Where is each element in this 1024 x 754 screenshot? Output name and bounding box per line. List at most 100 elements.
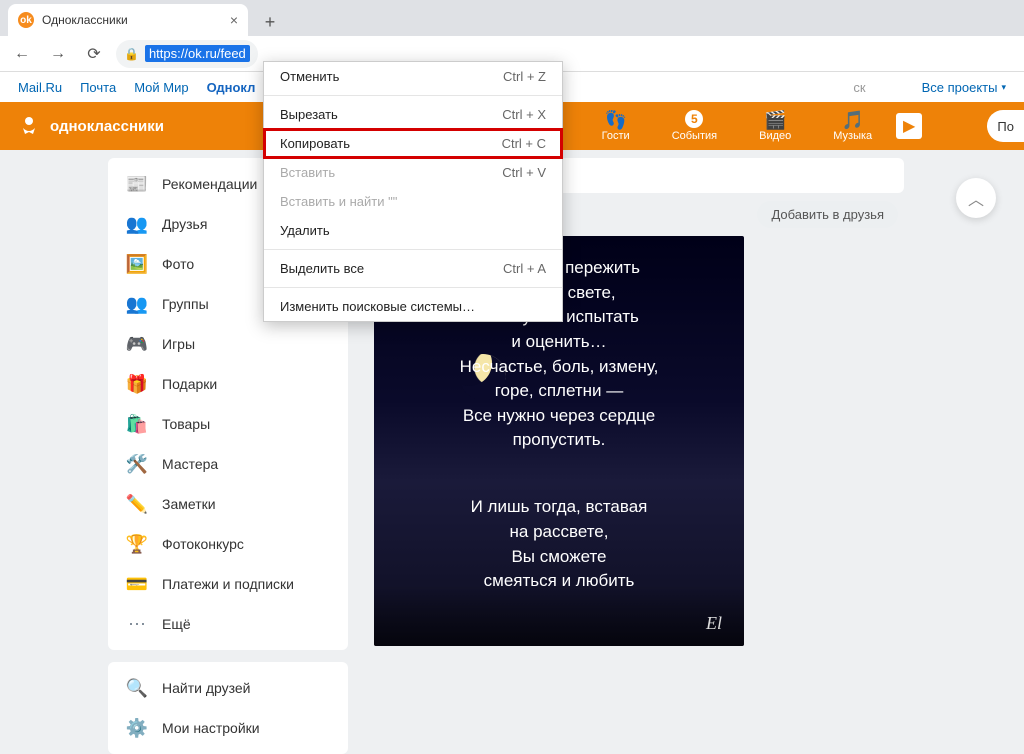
context-menu-item[interactable]: Выделить все Ctrl + A	[264, 254, 562, 283]
sidebar-icon: 🏆	[126, 533, 148, 555]
sidebar-item-мастера[interactable]: 🛠️ Мастера	[108, 444, 348, 484]
toplink-moimir[interactable]: Мой Мир	[134, 80, 188, 95]
sidebar-icon: 👥	[126, 293, 148, 315]
nav-label: Видео	[759, 130, 791, 142]
sidebar-item-товары[interactable]: 🛍️ Товары	[108, 404, 348, 444]
context-menu-shortcut: Ctrl + A	[503, 261, 546, 276]
context-menu-label: Выделить все	[280, 261, 364, 276]
header-right-button[interactable]: По	[987, 110, 1024, 142]
context-menu-label: Вставить и найти ""	[280, 194, 397, 209]
sidebar-item-label: Товары	[162, 416, 210, 432]
toplink-pochta[interactable]: Почта	[80, 80, 116, 95]
sidebar-item-label: Мастера	[162, 456, 218, 472]
ok-nav: 👥Друзья👣Гости5События🎬Видео🎵Музыка	[524, 110, 872, 142]
sidebar-icon: 🛍️	[126, 413, 148, 435]
context-menu: ОтменитьCtrl + ZВырезатьCtrl + XКопирова…	[263, 61, 563, 322]
lock-icon: 🔒	[124, 47, 139, 61]
sidebar-item-label: Фотоконкурс	[162, 536, 244, 552]
back-button[interactable]: ←	[8, 40, 36, 68]
context-menu-shortcut: Ctrl + V	[502, 165, 546, 180]
toplink-search-placeholder[interactable]: ск	[853, 80, 865, 95]
ok-brand-text: одноклассники	[50, 118, 164, 135]
context-menu-label: Удалить	[280, 223, 330, 238]
scroll-to-top-button[interactable]: ︿	[956, 178, 996, 218]
sidebar-icon: ⋯	[126, 613, 148, 635]
close-icon[interactable]: ×	[230, 12, 238, 28]
tab-title: Одноклассники	[42, 13, 128, 27]
sidebar-item-найти-друзей[interactable]: 🔍 Найти друзей	[108, 668, 348, 708]
context-menu-item[interactable]: Изменить поисковые системы…	[264, 292, 562, 321]
nav-label: События	[672, 130, 717, 142]
sidebar-icon: ⚙️	[126, 717, 148, 739]
sidebar-icon: 🔍	[126, 677, 148, 699]
ok-nav-музыка[interactable]: 🎵 Музыка	[833, 110, 872, 142]
sidebar-icon: 🎮	[126, 333, 148, 355]
context-menu-label: Отменить	[280, 69, 339, 84]
sidebar-icon: 🛠️	[126, 453, 148, 475]
sidebar-item-label: Фото	[162, 256, 194, 272]
new-tab-button[interactable]: +	[256, 8, 284, 36]
ok-nav-гости[interactable]: 👣 Гости	[602, 110, 630, 142]
sidebar-item-label: Рекомендации	[162, 176, 257, 192]
add-friends-button[interactable]: Добавить в друзья	[757, 201, 898, 228]
sidebar-item-мои-настройки[interactable]: ⚙️ Мои настройки	[108, 708, 348, 748]
context-menu-item[interactable]: ВырезатьCtrl + X	[264, 100, 562, 129]
context-menu-label: Копировать	[280, 136, 350, 151]
sidebar-item-платежи-и-подписки[interactable]: 💳 Платежи и подписки	[108, 564, 348, 604]
sidebar-item-фотоконкурс[interactable]: 🏆 Фотоконкурс	[108, 524, 348, 564]
toplink-mailru[interactable]: Mail.Ru	[18, 80, 62, 95]
sidebar-icon: 👥	[126, 213, 148, 235]
browser-tab-strip: ok Одноклассники × +	[0, 0, 1024, 36]
context-menu-label: Изменить поисковые системы…	[280, 299, 475, 314]
ok-favicon: ok	[18, 12, 34, 28]
ok-logo-icon	[16, 113, 42, 139]
nav-icon: 🎬	[764, 110, 786, 128]
context-menu-item[interactable]: Копировать Ctrl + C	[264, 129, 562, 158]
context-menu-shortcut: Ctrl + C	[502, 136, 546, 151]
sidebar-item-label: Платежи и подписки	[162, 576, 294, 592]
sidebar-item-игры[interactable]: 🎮 Игры	[108, 324, 348, 364]
sidebar-item-label: Группы	[162, 296, 209, 312]
badge-icon: 5	[685, 110, 703, 128]
sidebar-icon: 🖼️	[126, 253, 148, 275]
sidebar-item-заметки[interactable]: ✏️ Заметки	[108, 484, 348, 524]
sidebar-item-label: Игры	[162, 336, 195, 352]
sidebar-icon: 💳	[126, 573, 148, 595]
context-menu-separator	[264, 287, 562, 288]
ok-nav-события[interactable]: 5 События	[672, 110, 717, 142]
reload-button[interactable]: ⟳	[80, 40, 108, 68]
post-text-bottom: И лишь тогда, вставая на рассвете, Вы см…	[384, 495, 734, 594]
nav-label: Музыка	[833, 130, 872, 142]
sidebar-icon: 🎁	[126, 373, 148, 395]
sidebar-item-ещё[interactable]: ⋯Ещё	[108, 604, 348, 644]
context-menu-label: Вставить	[280, 165, 335, 180]
address-bar[interactable]: 🔒 https://ok.ru/feed	[116, 40, 258, 68]
play-button[interactable]: ▶	[896, 113, 922, 139]
toplink-odnokl[interactable]: Однокл	[207, 80, 256, 95]
ok-nav-видео[interactable]: 🎬 Видео	[759, 110, 791, 142]
nav-icon: 🎵	[842, 110, 864, 128]
sidebar-item-подарки[interactable]: 🎁 Подарки	[108, 364, 348, 404]
context-menu-item: Вставить и найти ""	[264, 187, 562, 216]
sidebar-icon: 📰	[126, 173, 148, 195]
context-menu-shortcut: Ctrl + Z	[503, 69, 546, 84]
sidebar-item-label: Заметки	[162, 496, 216, 512]
context-menu-item[interactable]: Отменить Ctrl + Z	[264, 62, 562, 91]
url-text: https://ok.ru/feed	[145, 45, 250, 62]
context-menu-label: Вырезать	[280, 107, 338, 122]
sidebar-item-label: Подарки	[162, 376, 217, 392]
nav-icon: 👣	[604, 110, 626, 128]
sidebar-secondary: 🔍 Найти друзей ⚙️ Мои настройки	[108, 662, 348, 754]
sidebar-item-label: Найти друзей	[162, 680, 251, 696]
browser-tab[interactable]: ok Одноклассники ×	[8, 4, 248, 36]
sidebar-icon: ✏️	[126, 493, 148, 515]
nav-label: Гости	[602, 130, 630, 142]
post-signature: El	[384, 610, 734, 636]
forward-button[interactable]: →	[44, 40, 72, 68]
context-menu-item: Вставить Ctrl + V	[264, 158, 562, 187]
sidebar-item-label: Мои настройки	[162, 720, 260, 736]
context-menu-item[interactable]: Удалить	[264, 216, 562, 245]
ok-logo[interactable]: одноклассники	[16, 113, 164, 139]
context-menu-separator	[264, 249, 562, 250]
toplink-all-projects[interactable]: Все проекты	[922, 80, 1006, 95]
